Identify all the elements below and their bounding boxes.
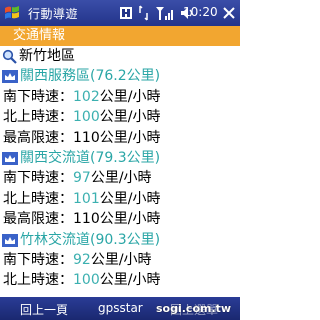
status-bar: 行動導遊 10:20 xyxy=(0,0,240,26)
speed-row: 北上時速：100公里/小時 xyxy=(3,272,161,289)
station-name: 關西交流道(79.3公里) xyxy=(20,149,161,166)
speed-value: 97 xyxy=(73,170,91,187)
speed-limit-value: 110 xyxy=(73,129,100,146)
speed-value: 102 xyxy=(73,88,100,105)
speed-row: 南下時速：92公里/小時 xyxy=(3,251,152,268)
speed-value: 92 xyxy=(73,251,91,268)
speed-value: 100 xyxy=(73,109,100,126)
station-item[interactable]: 關西交流道(79.3公里) xyxy=(0,148,240,168)
speed-row: 北上時速：100公里/小時 xyxy=(3,109,161,126)
clock[interactable]: 10:20 xyxy=(183,5,218,19)
section-title: 交通情報 xyxy=(0,26,240,46)
speed-value: 101 xyxy=(73,190,100,207)
speed-limit-row: 最高限速：110公里/小時 xyxy=(3,129,161,146)
station-name: 竹林交流道(90.3公里) xyxy=(20,231,161,248)
station-item[interactable]: 關西服務區(76.2公里) xyxy=(0,66,240,86)
connectivity-icon[interactable] xyxy=(119,6,133,20)
station-icon xyxy=(2,70,18,84)
station-item[interactable]: 竹林交流道(90.3公里) xyxy=(0,230,240,250)
gpsstar-softkey[interactable]: gpsstar xyxy=(98,301,143,315)
speed-value: 100 xyxy=(73,272,100,289)
windows-start-icon[interactable] xyxy=(3,4,21,22)
speed-limit-row: 最高限速：110公里/小時 xyxy=(3,211,161,228)
network-icon[interactable] xyxy=(138,5,150,21)
app-title: 行動導遊 xyxy=(28,7,79,21)
speed-row: 南下時速：97公里/小時 xyxy=(3,170,152,187)
speed-limit-value: 110 xyxy=(73,211,100,228)
speed-row: 南下時速：102公里/小時 xyxy=(3,88,161,105)
back-softkey[interactable]: 回上一頁 xyxy=(20,301,68,318)
traffic-list: 新竹地區 關西服務區(76.2公里) 南下時速：102公里/小時 北上時速：10… xyxy=(0,46,240,291)
station-icon xyxy=(2,233,18,247)
close-icon[interactable] xyxy=(222,6,236,20)
station-icon xyxy=(2,151,18,165)
speed-row: 北上時速：101公里/小時 xyxy=(3,190,161,207)
watermark: sogi.com.tw xyxy=(156,302,232,315)
station-name: 關西服務區(76.2公里) xyxy=(20,68,161,85)
signal-icon[interactable] xyxy=(155,5,175,21)
search-icon xyxy=(2,49,17,64)
region-header[interactable]: 新竹地區 xyxy=(0,46,240,66)
region-label: 新竹地區 xyxy=(19,48,75,64)
